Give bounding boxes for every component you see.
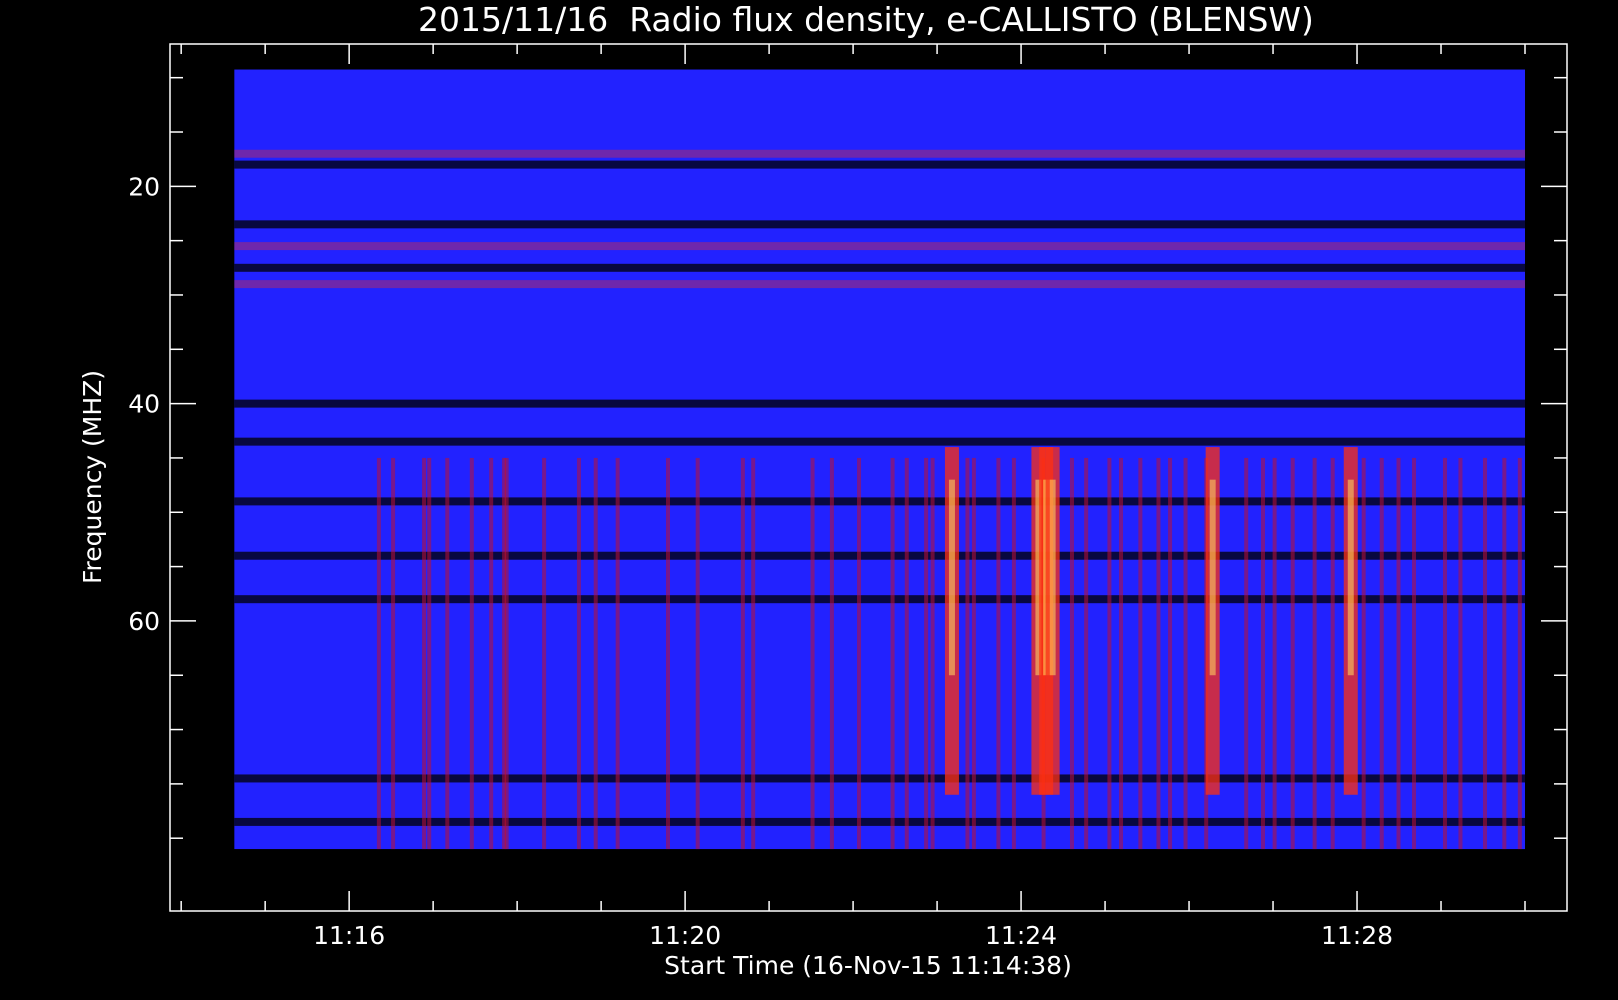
- dark-frequency-band: [234, 399, 1526, 408]
- burst-column: [1330, 457, 1335, 850]
- bright-frequency-band: [234, 242, 1526, 251]
- spectrogram-heatmap: [234, 69, 1526, 850]
- burst-column: [1260, 457, 1265, 850]
- burst-column: [1412, 457, 1417, 850]
- burst-column: [930, 457, 935, 850]
- burst-column: [1168, 457, 1173, 850]
- x-tick-label: 11:28: [1321, 921, 1393, 950]
- strong-burst-core: [948, 479, 955, 676]
- bright-frequency-band: [234, 149, 1526, 158]
- burst-column: [1069, 457, 1074, 850]
- dark-frequency-band: [234, 263, 1526, 272]
- x-tick-label: 11:16: [313, 921, 385, 950]
- burst-column: [1396, 457, 1401, 850]
- burst-column: [469, 457, 474, 850]
- burst-column: [904, 457, 909, 850]
- burst-column: [489, 457, 494, 850]
- strong-burst-core: [1209, 479, 1216, 676]
- burst-column: [504, 457, 509, 850]
- burst-column: [1361, 457, 1366, 850]
- y-axis-label: Frequency (MHZ): [78, 370, 107, 584]
- y-tick-label: 20: [128, 172, 160, 201]
- burst-column: [1290, 457, 1295, 850]
- burst-column: [924, 457, 929, 850]
- burst-column: [740, 457, 745, 850]
- burst-column: [1138, 457, 1143, 850]
- dark-frequency-band: [234, 160, 1526, 169]
- bright-frequency-band: [234, 280, 1526, 289]
- burst-column: [751, 457, 756, 850]
- burst-column: [996, 457, 1001, 850]
- burst-column: [1458, 457, 1463, 850]
- burst-column: [857, 457, 862, 850]
- burst-column: [445, 457, 450, 850]
- burst-column: [1156, 457, 1161, 850]
- burst-column: [1502, 457, 1507, 850]
- dark-frequency-band: [234, 220, 1526, 229]
- burst-column: [1107, 457, 1112, 850]
- y-tick-label: 60: [128, 607, 160, 636]
- burst-column: [1183, 457, 1188, 850]
- burst-column: [1517, 457, 1522, 850]
- burst-column: [1379, 457, 1384, 850]
- burst-column: [965, 457, 970, 850]
- burst-column: [593, 457, 598, 850]
- spectrogram-figure: 2015/11/16 Radio flux density, e-CALLIST…: [0, 0, 1618, 1000]
- burst-column: [829, 457, 834, 850]
- dark-frequency-band: [234, 437, 1526, 446]
- burst-column: [1119, 457, 1124, 850]
- burst-column: [890, 457, 895, 850]
- burst-column: [1011, 457, 1016, 850]
- burst-column: [542, 457, 547, 850]
- burst-column: [376, 457, 381, 850]
- burst-column: [971, 457, 976, 850]
- y-tick-label: 40: [128, 390, 160, 419]
- burst-column: [1312, 457, 1317, 850]
- x-tick-label: 11:20: [649, 921, 721, 950]
- burst-column: [576, 457, 581, 850]
- burst-column: [615, 457, 620, 850]
- burst-column: [1272, 457, 1277, 850]
- chart-title: 2015/11/16 Radio flux density, e-CALLIST…: [418, 0, 1314, 39]
- burst-column: [1482, 457, 1487, 850]
- burst-column: [1084, 457, 1089, 850]
- burst-column: [1442, 457, 1447, 850]
- burst-column: [427, 457, 432, 850]
- x-axis-label: Start Time (16-Nov-15 11:14:38): [664, 951, 1072, 980]
- burst-column: [695, 457, 700, 850]
- burst-column: [810, 457, 815, 850]
- burst-column: [666, 457, 671, 850]
- burst-column: [1244, 457, 1249, 850]
- burst-column: [391, 457, 396, 850]
- burst-column: [422, 457, 427, 850]
- x-tick-label: 11:24: [985, 921, 1057, 950]
- strong-burst-core: [1347, 479, 1354, 676]
- strong-burst-core: [1049, 479, 1056, 676]
